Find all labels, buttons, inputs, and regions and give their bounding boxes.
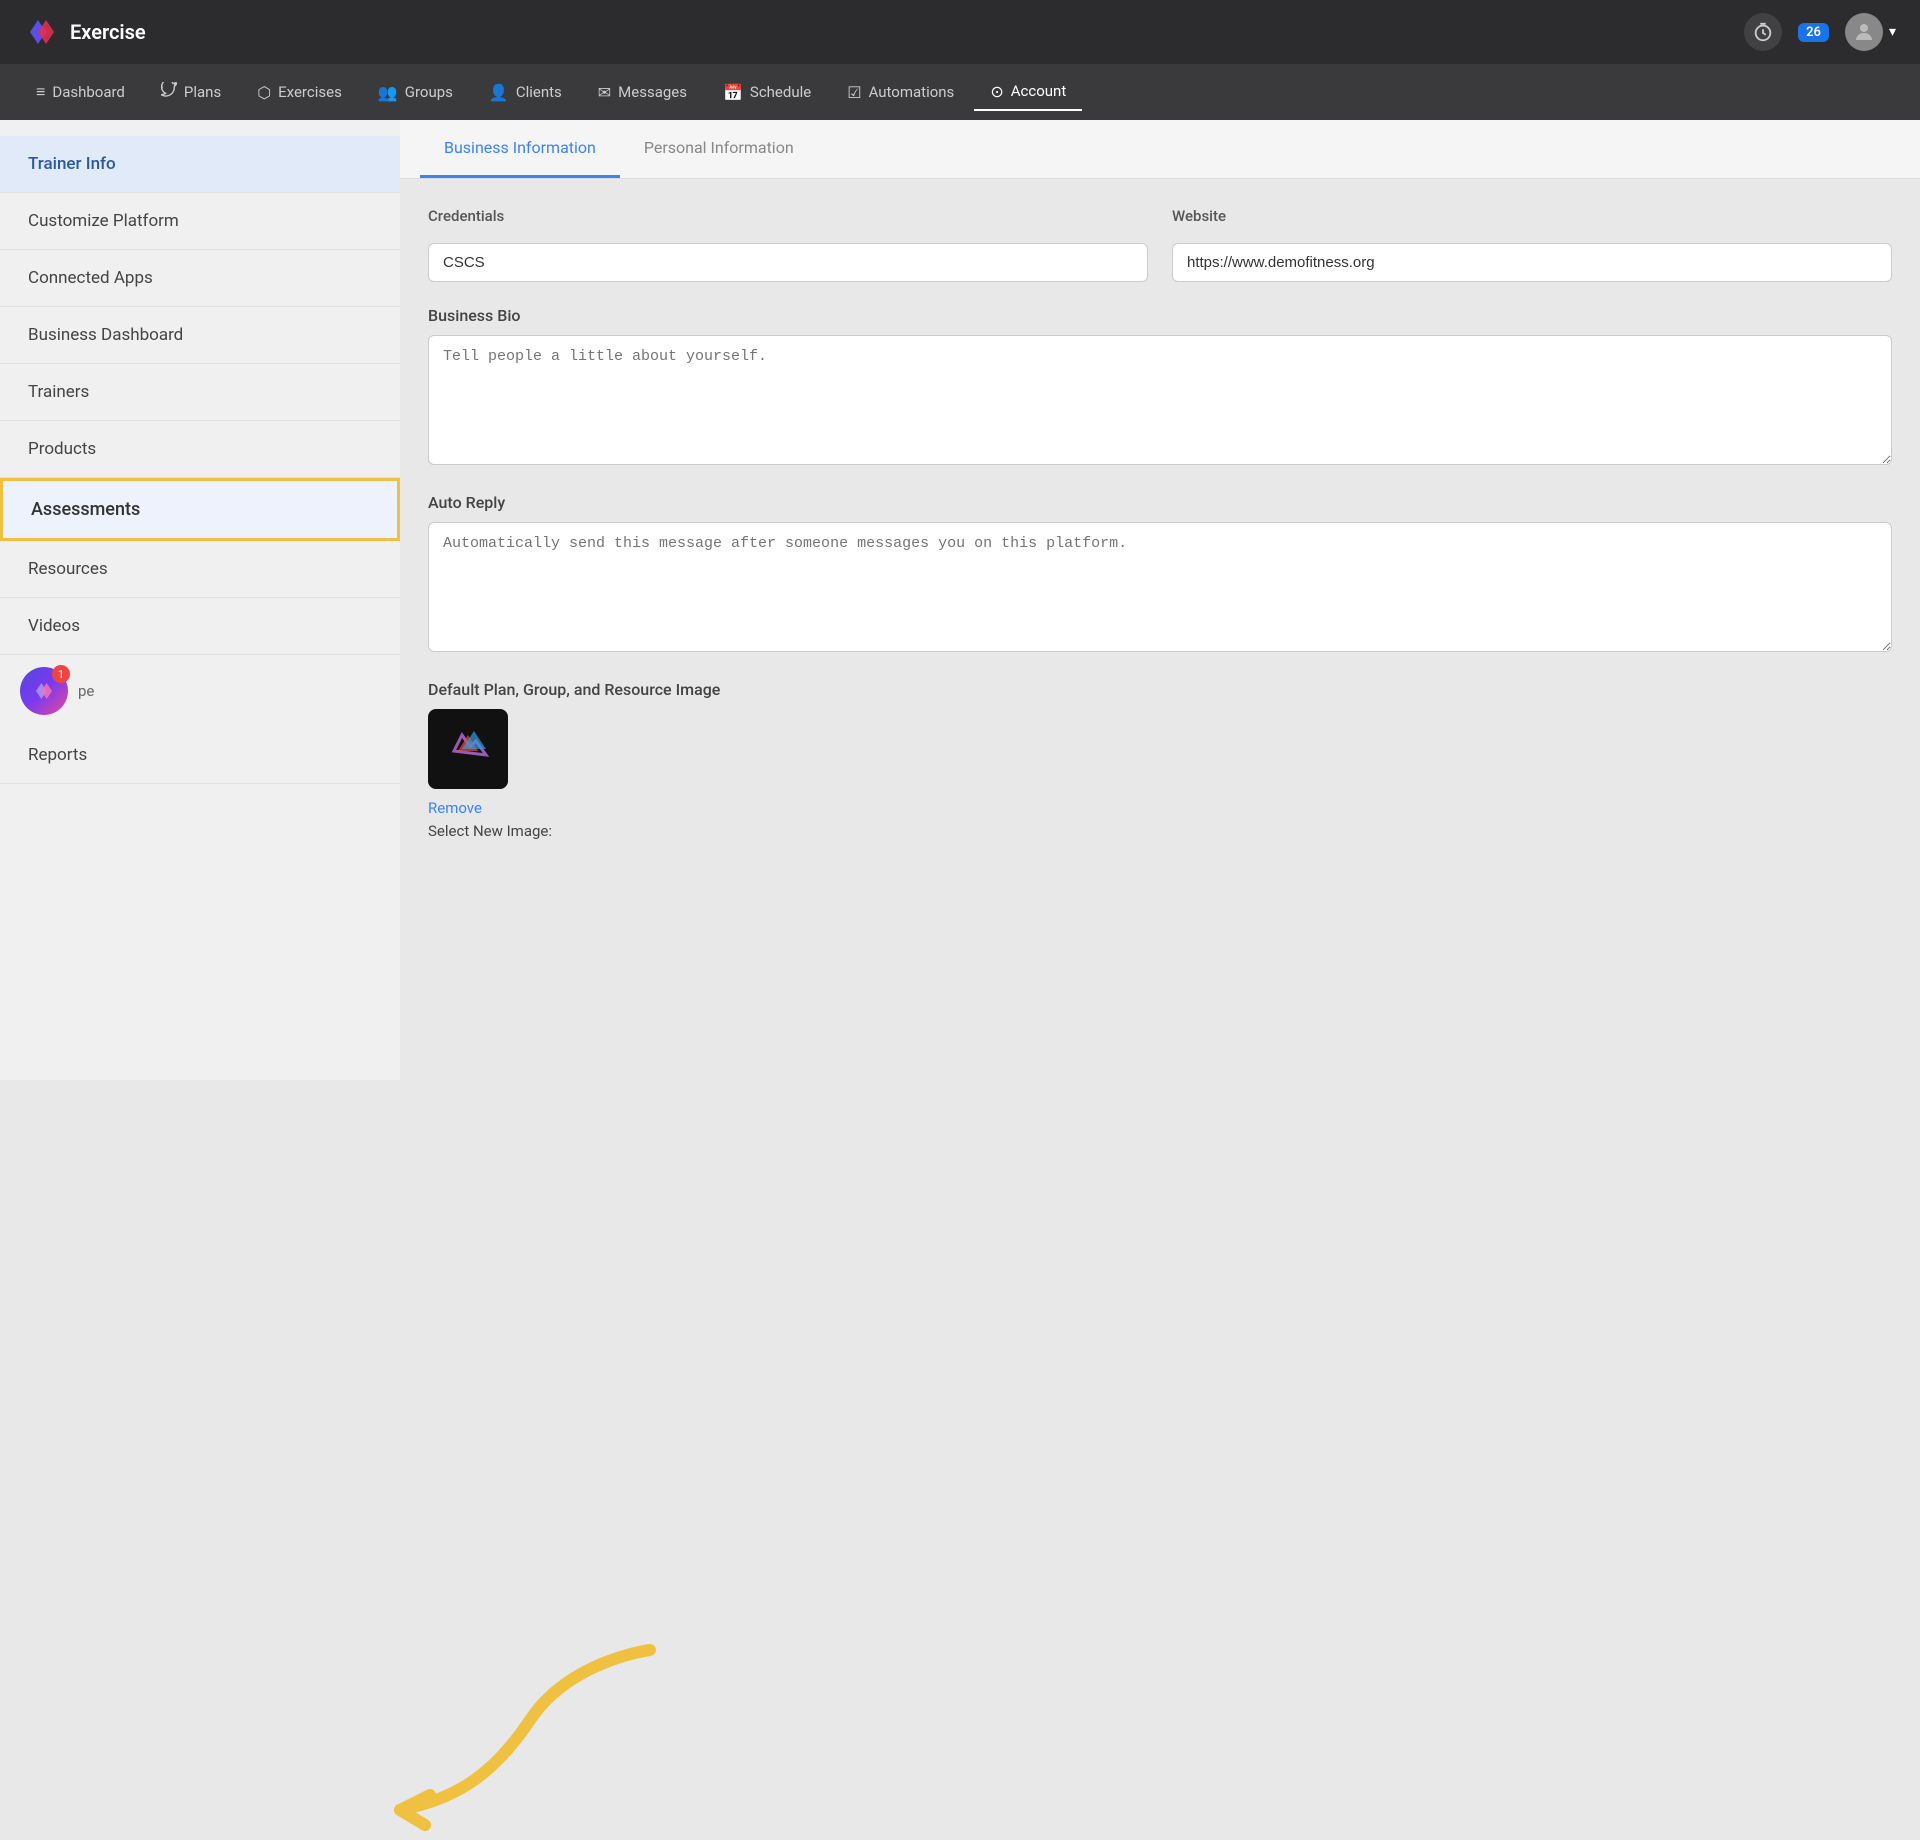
sidebar: Trainer Info Customize Platform Connecte… xyxy=(0,120,400,1080)
schedule-icon: 📅 xyxy=(723,83,743,102)
app-shortcut-icon[interactable]: 1 xyxy=(20,667,68,715)
nav-item-plans[interactable]: Plans xyxy=(145,74,237,110)
website-label: Website xyxy=(1172,207,1892,225)
website-group: Website xyxy=(1172,207,1892,282)
website-input[interactable] xyxy=(1172,243,1892,282)
nav-item-schedule[interactable]: 📅 Schedule xyxy=(707,75,827,110)
bio-section: Business Bio xyxy=(428,306,1892,469)
avatar-chevron: ▾ xyxy=(1889,24,1896,40)
timer-button[interactable] xyxy=(1744,13,1782,51)
nav-item-exercises[interactable]: ⬡ Exercises xyxy=(241,75,358,110)
clients-icon: 👤 xyxy=(489,83,509,102)
nav-bar: ≡ Dashboard Plans ⬡ Exercises 👥 Groups 👤… xyxy=(0,64,1920,120)
dashboard-icon: ≡ xyxy=(36,82,45,102)
remove-image-link[interactable]: Remove xyxy=(428,799,1892,817)
top-bar-right: 26 ▾ xyxy=(1744,13,1896,51)
messages-icon: ✉ xyxy=(598,83,611,102)
user-avatar xyxy=(1845,13,1883,51)
automations-icon: ☑ xyxy=(847,83,861,102)
default-image-label: Default Plan, Group, and Resource Image xyxy=(428,680,1892,699)
logo-icon xyxy=(24,14,60,50)
auto-reply-section: Auto Reply xyxy=(428,493,1892,656)
app-logo: Exercise xyxy=(24,14,146,50)
plans-icon xyxy=(161,82,177,102)
sidebar-item-trainer-info[interactable]: Trainer Info xyxy=(0,136,400,193)
content-area: Business Information Personal Informatio… xyxy=(400,120,1920,1080)
sidebar-item-videos[interactable]: Videos xyxy=(0,598,400,655)
nav-item-clients[interactable]: 👤 Clients xyxy=(473,75,578,110)
bio-label: Business Bio xyxy=(428,306,1892,325)
image-preview-icon xyxy=(444,721,492,777)
app-notification-dot: 1 xyxy=(52,665,70,683)
sidebar-item-trainers[interactable]: Trainers xyxy=(0,364,400,421)
form-content: Credentials Website Business Bio Auto Re… xyxy=(400,179,1920,868)
credentials-input[interactable] xyxy=(428,243,1148,282)
account-icon: ⊙ xyxy=(990,82,1003,101)
main-layout: Trainer Info Customize Platform Connecte… xyxy=(0,120,1920,1080)
sidebar-item-reports[interactable]: Reports xyxy=(0,727,400,784)
sidebar-item-business-dashboard[interactable]: Business Dashboard xyxy=(0,307,400,364)
image-preview xyxy=(428,709,508,789)
sidebar-item-connected-apps[interactable]: Connected Apps xyxy=(0,250,400,307)
auto-reply-textarea[interactable] xyxy=(428,522,1892,652)
sidebar-bottom: 1 pe xyxy=(0,655,400,727)
exercises-icon: ⬡ xyxy=(257,83,271,102)
sidebar-item-resources[interactable]: Resources xyxy=(0,541,400,598)
bio-textarea[interactable] xyxy=(428,335,1892,465)
select-new-image-label: Select New Image: xyxy=(428,822,552,840)
sidebar-item-products[interactable]: Products xyxy=(0,421,400,478)
credentials-label: Credentials xyxy=(428,207,1148,225)
top-bar: Exercise 26 ▾ xyxy=(0,0,1920,64)
nav-item-account[interactable]: ⊙ Account xyxy=(974,74,1082,111)
tab-personal-info[interactable]: Personal Information xyxy=(620,120,818,178)
nav-item-automations[interactable]: ☑ Automations xyxy=(831,75,970,110)
auto-reply-label: Auto Reply xyxy=(428,493,1892,512)
default-image-section: Default Plan, Group, and Resource Image … xyxy=(428,680,1892,840)
nav-item-dashboard[interactable]: ≡ Dashboard xyxy=(20,74,141,110)
app-name: Exercise xyxy=(70,20,146,44)
tab-business-info[interactable]: Business Information xyxy=(420,120,620,178)
nav-item-messages[interactable]: ✉ Messages xyxy=(582,75,703,110)
credentials-group: Credentials xyxy=(428,207,1148,282)
avatar-button[interactable]: ▾ xyxy=(1845,13,1896,51)
app-shortcut-label: pe xyxy=(78,682,94,700)
tab-bar: Business Information Personal Informatio… xyxy=(400,120,1920,179)
sidebar-item-assessments[interactable]: Assessments xyxy=(0,478,400,541)
credentials-website-row: Credentials Website xyxy=(428,207,1892,282)
groups-icon: 👥 xyxy=(378,83,398,102)
nav-item-groups[interactable]: 👥 Groups xyxy=(362,75,469,110)
sidebar-item-customize-platform[interactable]: Customize Platform xyxy=(0,193,400,250)
annotation-arrow xyxy=(370,1640,690,1840)
notification-badge[interactable]: 26 xyxy=(1798,23,1829,42)
